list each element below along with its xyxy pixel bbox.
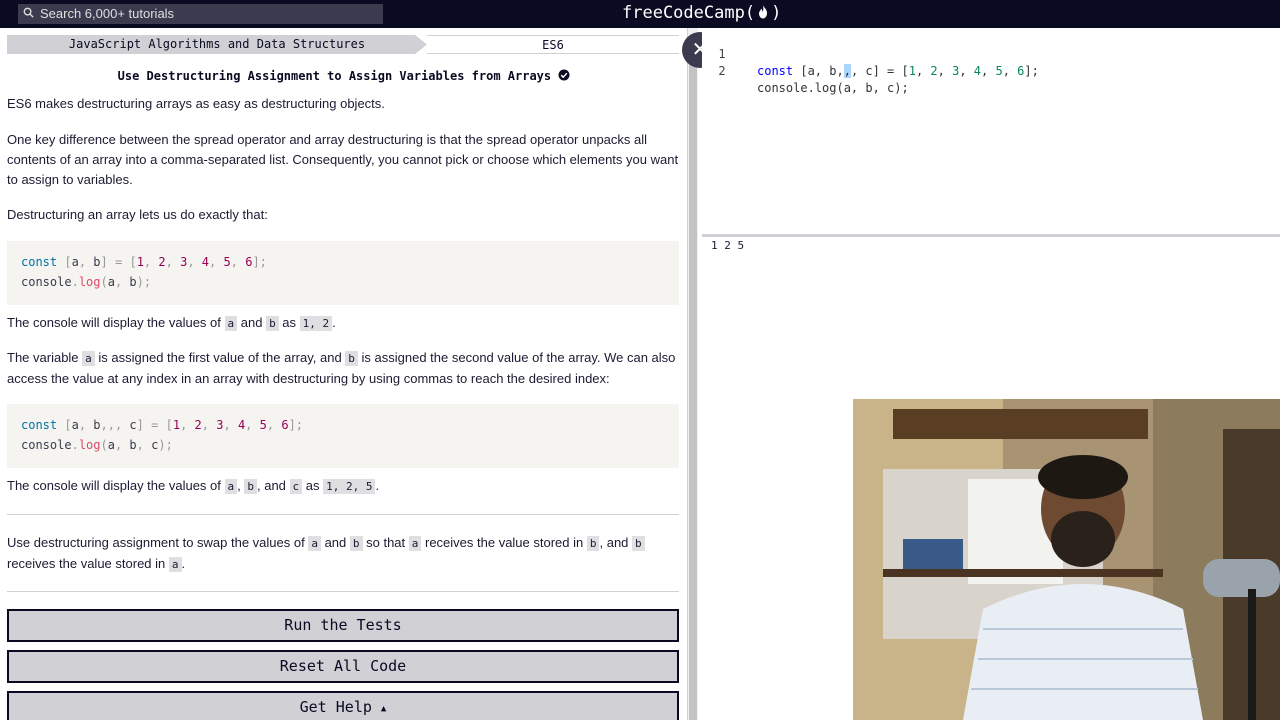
instructions-pane: JavaScript Algorithms and Data Structure… [0, 28, 688, 720]
line-number: 2 [718, 64, 726, 78]
run-tests-button[interactable]: Run the Tests [7, 609, 679, 642]
get-help-button[interactable]: Get Help ▲ [7, 691, 679, 720]
paragraph-intro: ES6 makes destructuring arrays as easy a… [7, 96, 385, 111]
paragraph-console-abc: The console will display the values of a… [7, 478, 380, 494]
challenge-title-text: Use Destructuring Assignment to Assign V… [117, 69, 552, 83]
webcam-video [853, 399, 1280, 720]
code-example-2: const [a, b,,, c] = [1, 2, 3, 4, 5, 6]; … [7, 404, 679, 468]
search-input[interactable]: Search 6,000+ tutorials [18, 4, 383, 24]
editor-line[interactable]: 2 console.log(a, b, c); [702, 46, 1280, 95]
code-editor[interactable]: 1 const [a, b,,, c] = [1, 2, 3, 4, 5, 6]… [702, 28, 1280, 234]
divider [7, 514, 679, 515]
check-circle-icon [558, 69, 570, 81]
breadcrumb-block[interactable]: ES6 [427, 35, 679, 54]
paragraph-task: Use destructuring assignment to swap the… [7, 533, 679, 575]
line-text[interactable]: console.log(a, b, c); [757, 80, 909, 97]
line-text[interactable]: const [a, b,,, c] = [1, 2, 3, 4, 5, 6]; [757, 63, 1039, 80]
paragraph-console-ab: The console will display the values of a… [7, 315, 336, 331]
editor-line[interactable]: 1 const [a, b,,, c] = [1, 2, 3, 4, 5, 6]… [702, 29, 1280, 78]
search-icon [23, 7, 34, 18]
get-help-label: Get Help [299, 698, 372, 716]
challenge-title: Use Destructuring Assignment to Assign V… [0, 68, 687, 84]
scrollbar-thumb[interactable] [689, 38, 697, 720]
breadcrumb-superblock[interactable]: JavaScript Algorithms and Data Structure… [7, 35, 427, 54]
code-example-1: const [a, b] = [1, 2, 3, 4, 5, 6]; conso… [7, 241, 679, 305]
paragraph-destructuring: Destructuring an array lets us do exactl… [7, 207, 268, 222]
webcam-overlay [853, 399, 1280, 720]
paragraph-spread-difference: One key difference between the spread op… [7, 132, 679, 187]
reset-code-button[interactable]: Reset All Code [7, 650, 679, 683]
breadcrumb: JavaScript Algorithms and Data Structure… [7, 35, 679, 54]
top-nav: Search 6,000+ tutorials freeCodeCamp() [0, 0, 1280, 28]
console-output: 1 2 5 [711, 239, 745, 252]
paragraph-variable-assignment: The variable a is assigned the first val… [7, 350, 676, 386]
brand-logo[interactable]: freeCodeCamp() [622, 2, 781, 24]
search-placeholder: Search 6,000+ tutorials [40, 6, 175, 21]
caret-up-icon: ▲ [380, 704, 387, 714]
brand-text: freeCodeCamp [622, 3, 745, 23]
flame-icon [759, 5, 768, 19]
instructions-scrollbar[interactable] [688, 28, 698, 720]
divider [7, 591, 679, 592]
